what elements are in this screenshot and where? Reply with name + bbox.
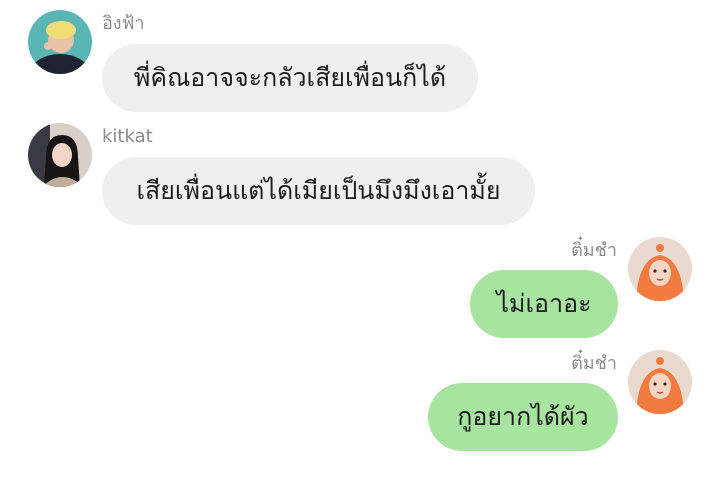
user-avatar-orange-hood-icon	[628, 237, 692, 301]
message-bubble[interactable]: พี่คิณอาจจะกลัวเสียเพื่อนก็ได้	[102, 44, 478, 112]
sender-avatar[interactable]	[28, 123, 92, 187]
sender-name: kitkat	[102, 126, 153, 147]
sender-avatar[interactable]	[628, 237, 692, 301]
sender-name: ติ๋มชำ	[571, 240, 617, 261]
sender-avatar[interactable]	[628, 350, 692, 414]
user-avatar-teal-icon	[28, 10, 92, 74]
sender-avatar[interactable]	[28, 10, 92, 74]
sender-name: อิงฟ้า	[102, 13, 145, 34]
user-avatar-orange-hood-icon	[628, 350, 692, 414]
message-bubble[interactable]: เสียเพื่อนแต่ได้เมียเป็นมึงมึงเอามั้ย	[102, 157, 535, 225]
sender-name: ติ๋มชำ	[571, 353, 617, 374]
user-avatar-dark-hair-icon	[28, 123, 92, 187]
message-bubble[interactable]: กูอยากได้ผัว	[428, 383, 618, 451]
message-bubble[interactable]: ไม่เอาอะ	[470, 270, 618, 338]
